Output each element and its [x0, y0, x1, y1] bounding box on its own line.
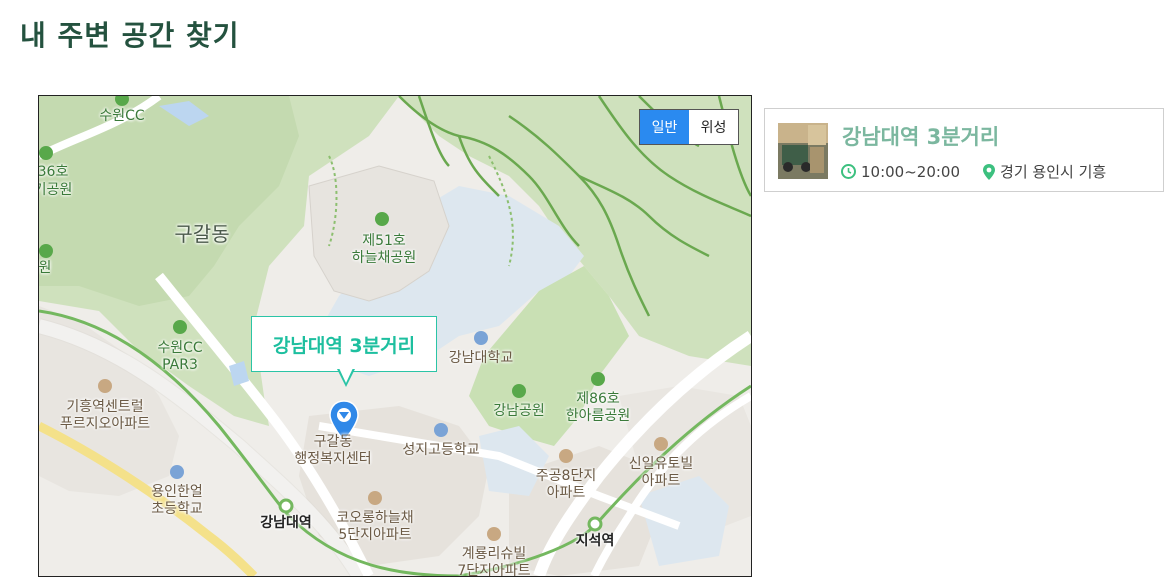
map-type-toggle[interactable]: 일반 위성 — [639, 109, 739, 145]
map-label: 아파트 — [546, 485, 586, 501]
map-label: 푸르지오아파트 — [59, 416, 151, 432]
place-hours-text: 10:00~20:00 — [861, 162, 961, 181]
map-type-normal-button[interactable]: 일반 — [640, 110, 689, 144]
map-label: 7단지아파트 — [457, 563, 531, 577]
map-label: 제86호 — [576, 391, 620, 407]
map-label: 행정복지센터 — [294, 451, 372, 467]
map-label: 하늘채공원 — [351, 250, 417, 266]
clock-icon — [841, 164, 856, 179]
map-label: 계룡리슈빌 — [461, 546, 527, 562]
map-label: 5단지아파트 — [338, 527, 412, 543]
map-label: 기공원 — [39, 182, 73, 198]
location-pin-icon — [983, 163, 996, 180]
place-thumbnail[interactable] — [778, 123, 828, 179]
map-label: 주공8단지 — [535, 468, 597, 484]
map-label: 원 — [38, 260, 52, 276]
map-label: 제51호 — [362, 233, 406, 249]
map-label: 구갈동 — [313, 434, 353, 450]
place-name[interactable]: 강남대역 3분거리 — [842, 121, 999, 151]
map-label: 신일유토빌 — [628, 456, 694, 472]
map-label: 아파트 — [641, 473, 681, 489]
map-label: 용인한얼 — [151, 484, 203, 500]
map-label: 성지고등학교 — [402, 442, 480, 458]
map-label: 강남공원 — [493, 403, 545, 419]
map-label: 기흥역센트럴 — [66, 399, 144, 415]
station-label: 지석역 — [575, 533, 615, 549]
map-label: 초등학교 — [151, 501, 203, 517]
place-location: 경기 용인시 기흥 — [982, 161, 1106, 182]
place-card[interactable]: 강남대역 3분거리 10:00~20:00 경기 용인시 기흥 — [764, 108, 1164, 192]
map-label: 36호 — [38, 164, 69, 180]
map-label: 한아름공원 — [565, 408, 631, 424]
map-label: PAR3 — [162, 357, 198, 373]
place-hours: 10:00~20:00 — [840, 163, 960, 181]
map-label: 구갈동 — [174, 222, 230, 246]
place-meta: 10:00~20:00 경기 용인시 기흥 — [840, 161, 1128, 182]
callout-tail-inner — [339, 368, 353, 383]
station-label: 강남대역 — [260, 515, 312, 531]
map-label: 강남대학교 — [448, 350, 514, 366]
marker-callout[interactable]: 강남대역 3분거리 — [251, 316, 437, 372]
place-location-text: 경기 용인시 기흥 — [1000, 163, 1107, 181]
map-view[interactable]: 수원CC 36호 기공원 원 구갈동 제51호 하늘채공원 수원CC PAR3 … — [38, 95, 752, 577]
map-label: 수원CC — [157, 340, 203, 356]
map-label: 코오롱하늘채 — [336, 510, 414, 526]
page-title: 내 주변 공간 찾기 — [20, 19, 240, 52]
map-label: 수원CC — [99, 108, 145, 124]
map-type-satellite-button[interactable]: 위성 — [689, 110, 738, 144]
